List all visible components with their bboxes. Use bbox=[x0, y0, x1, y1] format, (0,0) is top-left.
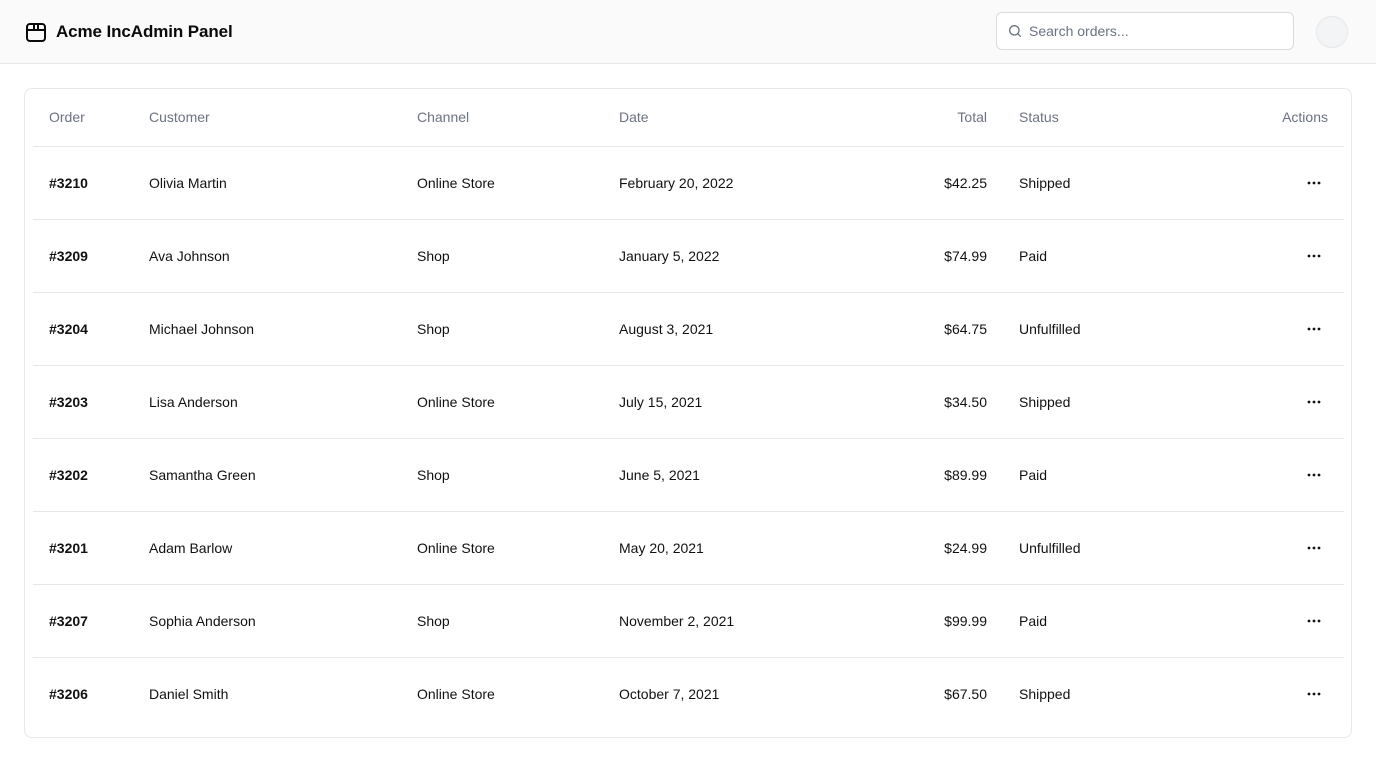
table-row: #3206 Daniel Smith Online Store October … bbox=[33, 657, 1344, 730]
more-horizontal-icon bbox=[1307, 473, 1321, 476]
order-id: #3209 bbox=[33, 219, 133, 293]
order-total: $24.99 bbox=[845, 511, 1003, 585]
table-row: #3207 Sophia Anderson Shop November 2, 2… bbox=[33, 584, 1344, 658]
sales-channel: Online Store bbox=[401, 365, 603, 439]
order-date: November 2, 2021 bbox=[603, 584, 845, 658]
order-status: Unfulfilled bbox=[1003, 511, 1197, 585]
customer-name: Daniel Smith bbox=[149, 685, 229, 702]
row-actions-button[interactable] bbox=[1300, 315, 1328, 343]
sales-channel: Online Store bbox=[417, 685, 495, 702]
order-total: $74.99 bbox=[845, 219, 1003, 293]
order-status: Shipped bbox=[1003, 146, 1197, 220]
column-header-actions: Actions bbox=[1197, 89, 1344, 147]
table-row: #3201 Adam Barlow Online Store May 20, 2… bbox=[33, 511, 1344, 585]
order-date: July 15, 2021 bbox=[603, 365, 845, 439]
order-status: Shipped bbox=[1019, 685, 1071, 702]
order-date: June 5, 2021 bbox=[603, 438, 845, 512]
customer-name: Michael Johnson bbox=[133, 292, 401, 366]
sales-channel: Shop bbox=[401, 438, 603, 512]
customer-name: Sophia Anderson bbox=[133, 584, 401, 658]
row-actions-button[interactable] bbox=[1300, 242, 1328, 270]
order-date: May 20, 2021 bbox=[603, 511, 845, 585]
order-date: February 20, 2022 bbox=[603, 146, 845, 220]
column-header-date: Date bbox=[603, 89, 845, 147]
customer-name: Samantha Green bbox=[133, 438, 401, 512]
order-id: #3207 bbox=[33, 584, 133, 658]
order-total: $64.75 bbox=[845, 292, 1003, 366]
table-row: #3209 Ava Johnson Shop January 5, 2022 $… bbox=[33, 219, 1344, 293]
column-header-total: Total bbox=[845, 89, 1003, 147]
row-actions-button[interactable] bbox=[1300, 388, 1328, 416]
order-total: $34.50 bbox=[845, 365, 1003, 439]
row-actions-button[interactable] bbox=[1300, 680, 1328, 708]
row-actions-button[interactable] bbox=[1300, 534, 1328, 562]
order-status: Shipped bbox=[1003, 365, 1197, 439]
sales-channel: Online Store bbox=[401, 146, 603, 220]
sales-channel: Shop bbox=[401, 584, 603, 658]
order-id: #3204 bbox=[33, 292, 133, 366]
table-row: #3204 Michael Johnson Shop August 3, 202… bbox=[33, 292, 1344, 366]
actions-cell bbox=[1197, 584, 1344, 658]
order-status: Paid bbox=[1003, 584, 1197, 658]
actions-cell bbox=[1197, 219, 1344, 293]
sales-channel: Shop bbox=[401, 219, 603, 293]
order-status: Paid bbox=[1003, 219, 1197, 293]
order-id: #3206 bbox=[49, 685, 88, 702]
table-row: #3202 Samantha Green Shop June 5, 2021 $… bbox=[33, 438, 1344, 512]
customer-name: Lisa Anderson bbox=[133, 365, 401, 439]
column-header-customer: Customer bbox=[133, 89, 401, 147]
brand-name: Acme IncAdmin Panel bbox=[56, 22, 233, 41]
order-id: #3202 bbox=[33, 438, 133, 512]
orders-card: Order Customer Channel Date Total Status… bbox=[24, 88, 1352, 738]
row-actions-button[interactable] bbox=[1300, 461, 1328, 489]
order-id: #3201 bbox=[33, 511, 133, 585]
row-actions-button[interactable] bbox=[1300, 607, 1328, 635]
actions-cell bbox=[1197, 365, 1344, 439]
search-input[interactable] bbox=[1029, 13, 1285, 49]
orders-table: Order Customer Channel Date Total Status… bbox=[33, 89, 1344, 730]
more-horizontal-icon bbox=[1307, 400, 1321, 403]
top-header: Acme IncAdmin Panel bbox=[0, 0, 1376, 64]
table-row: #3203 Lisa Anderson Online Store July 15… bbox=[33, 365, 1344, 439]
search-box bbox=[996, 12, 1294, 50]
more-horizontal-icon bbox=[1307, 692, 1321, 696]
order-total: $99.99 bbox=[845, 584, 1003, 658]
more-horizontal-icon bbox=[1307, 619, 1321, 622]
column-header-channel: Channel bbox=[401, 89, 603, 147]
user-avatar-button[interactable] bbox=[1316, 16, 1348, 48]
order-date: August 3, 2021 bbox=[603, 292, 845, 366]
actions-cell bbox=[1197, 511, 1344, 585]
more-horizontal-icon bbox=[1307, 181, 1321, 184]
more-horizontal-icon bbox=[1307, 254, 1321, 257]
order-date: October 7, 2021 bbox=[619, 685, 720, 702]
table-header-row: Order Customer Channel Date Total Status… bbox=[33, 89, 1344, 147]
order-total: $67.50 bbox=[944, 685, 987, 702]
more-horizontal-icon bbox=[1307, 327, 1321, 330]
actions-cell bbox=[1197, 292, 1344, 366]
actions-cell bbox=[1197, 657, 1344, 730]
customer-name: Olivia Martin bbox=[133, 146, 401, 220]
order-date: January 5, 2022 bbox=[603, 219, 845, 293]
order-total: $42.25 bbox=[845, 146, 1003, 220]
table-row: #3210 Olivia Martin Online Store Februar… bbox=[33, 146, 1344, 220]
actions-cell bbox=[1197, 438, 1344, 512]
brand-link[interactable]: Acme IncAdmin Panel bbox=[24, 20, 233, 44]
actions-cell bbox=[1197, 146, 1344, 220]
package-icon bbox=[24, 20, 48, 44]
more-horizontal-icon bbox=[1307, 546, 1321, 549]
column-header-order: Order bbox=[33, 89, 133, 147]
customer-name: Adam Barlow bbox=[133, 511, 401, 585]
order-status: Paid bbox=[1003, 438, 1197, 512]
sales-channel: Online Store bbox=[401, 511, 603, 585]
order-id: #3210 bbox=[33, 146, 133, 220]
customer-name: Ava Johnson bbox=[133, 219, 401, 293]
search-icon bbox=[1007, 23, 1023, 39]
row-actions-button[interactable] bbox=[1300, 169, 1328, 197]
order-total: $89.99 bbox=[845, 438, 1003, 512]
order-id: #3203 bbox=[33, 365, 133, 439]
column-header-status: Status bbox=[1003, 89, 1197, 147]
sales-channel: Shop bbox=[401, 292, 603, 366]
order-status: Unfulfilled bbox=[1003, 292, 1197, 366]
